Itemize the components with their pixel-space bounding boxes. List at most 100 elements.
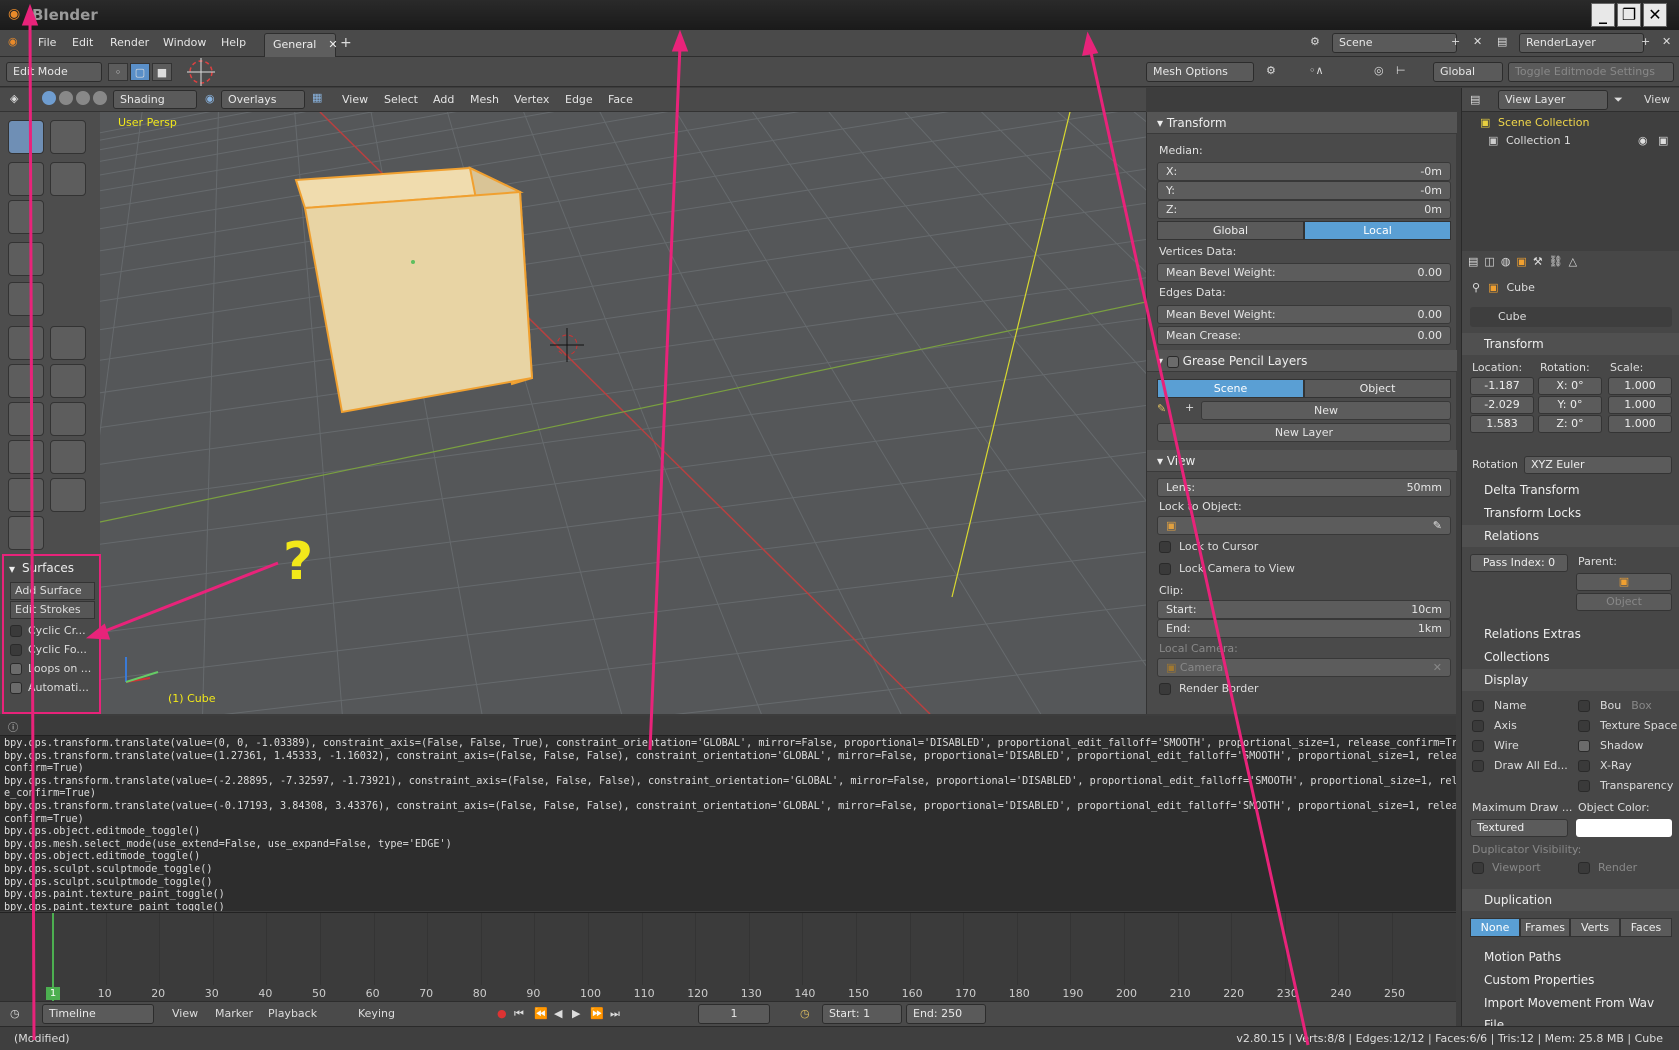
face-select-icon[interactable]: ■ bbox=[152, 63, 172, 81]
tool-rotate[interactable] bbox=[50, 162, 86, 196]
current-frame-field[interactable]: 1 bbox=[698, 1004, 770, 1024]
rendered-shading-icon[interactable] bbox=[76, 91, 90, 105]
transform-panel-header[interactable]: ▾ Transform bbox=[1147, 112, 1457, 134]
grease-pencil-panel-header[interactable]: ▾ Grease Pencil Layers bbox=[1147, 350, 1457, 372]
scale-z-field[interactable]: 1.000 bbox=[1608, 415, 1672, 433]
edge-select-icon[interactable]: ▢ bbox=[130, 63, 150, 81]
display-transparency-checkbox[interactable]: Transparency bbox=[1578, 779, 1673, 792]
snap-icon[interactable]: ◦∧ bbox=[1309, 64, 1324, 77]
motion-paths-section[interactable]: Motion Paths bbox=[1462, 946, 1679, 968]
mean-crease-field[interactable]: Mean Crease: 0.00 bbox=[1157, 326, 1451, 345]
median-z-field[interactable]: Z: 0m bbox=[1157, 200, 1451, 219]
display-bounds-checkbox[interactable]: Bou Box bbox=[1578, 699, 1652, 712]
tool-bevel[interactable] bbox=[8, 364, 44, 398]
visibility-eye-icon[interactable]: ◉ bbox=[1638, 134, 1648, 147]
lock-object-field[interactable]: ▣ ✎ bbox=[1157, 516, 1451, 535]
object-color-swatch[interactable] bbox=[1576, 819, 1672, 837]
clip-start-field[interactable]: Start: 10cm bbox=[1157, 600, 1451, 619]
data-tab-icon[interactable]: △ bbox=[1569, 255, 1577, 268]
scale-y-field[interactable]: 1.000 bbox=[1608, 396, 1672, 414]
transform-locks-section[interactable]: Transform Locks bbox=[1462, 502, 1679, 524]
vertex-select-icon[interactable]: ◦ bbox=[108, 63, 128, 81]
remove-render-layer-icon[interactable]: ✕ bbox=[1662, 35, 1671, 48]
relations-extras-section[interactable]: Relations Extras bbox=[1462, 623, 1679, 645]
jump-end-icon[interactable]: ⏭ bbox=[610, 1007, 620, 1021]
parent-type-dropdown[interactable]: Object bbox=[1576, 593, 1672, 611]
add-surface-button[interactable]: Add Surface bbox=[10, 582, 95, 600]
scene-selector[interactable]: Scene bbox=[1332, 33, 1457, 53]
info-console[interactable]: ⓘ bpy.ops.transform.translate(value=(0, … bbox=[0, 716, 1456, 911]
close-button[interactable]: ✕ bbox=[1643, 3, 1667, 27]
pass-index-field[interactable]: Pass Index: 0 bbox=[1470, 554, 1568, 572]
overlays-icon[interactable]: ◉ bbox=[205, 92, 215, 105]
edge-bevel-weight-field[interactable]: Mean Bevel Weight: 0.00 bbox=[1157, 305, 1451, 324]
tool-loop-cut[interactable] bbox=[50, 364, 86, 398]
start-frame-field[interactable]: Start: 1 bbox=[822, 1004, 902, 1024]
collection-item[interactable]: Collection 1 bbox=[1506, 134, 1571, 147]
vertex-bevel-weight-field[interactable]: Mean Bevel Weight: 0.00 bbox=[1157, 263, 1451, 282]
tool-extrude[interactable] bbox=[8, 326, 44, 360]
modifiers-tab-icon[interactable]: ⚒ bbox=[1533, 255, 1543, 268]
surfaces-collapse-icon[interactable]: ▾ bbox=[9, 562, 15, 576]
add-workspace-icon[interactable]: + bbox=[340, 35, 352, 51]
rotation-x-field[interactable]: X: 0° bbox=[1538, 377, 1602, 395]
3d-viewport[interactable]: User Persp (1) Cube ? bbox=[0, 112, 1146, 714]
display-draw-all-edges-checkbox[interactable]: Draw All Ed... bbox=[1472, 759, 1568, 772]
tool-knife[interactable] bbox=[8, 402, 44, 436]
lock-to-cursor-checkbox[interactable]: Lock to Cursor bbox=[1159, 540, 1258, 553]
record-icon[interactable]: ● bbox=[497, 1007, 507, 1020]
viewport-menu-select[interactable]: Select bbox=[384, 93, 418, 106]
viewport-menu-add[interactable]: Add bbox=[433, 93, 454, 106]
prev-keyframe-icon[interactable]: ⏪ bbox=[534, 1007, 548, 1020]
relations-section[interactable]: Relations bbox=[1462, 525, 1679, 547]
viewport-menu-face[interactable]: Face bbox=[608, 93, 633, 106]
display-texture-space-checkbox[interactable]: Texture Space bbox=[1578, 719, 1677, 732]
jump-start-icon[interactable]: ⏮ bbox=[514, 1007, 524, 1021]
grease-pencil-checkbox[interactable] bbox=[1166, 355, 1179, 368]
location-z-field[interactable]: 1.583 bbox=[1470, 415, 1534, 433]
preview-range-icon[interactable]: ◷ bbox=[800, 1007, 810, 1020]
proportional-icon[interactable]: ◎ bbox=[1374, 64, 1384, 77]
menu-edit[interactable]: Edit bbox=[72, 36, 93, 49]
delta-transform-section[interactable]: Delta Transform bbox=[1462, 479, 1679, 501]
render-camera-icon[interactable]: ▣ bbox=[1658, 134, 1668, 147]
orientation-dropdown[interactable]: Global bbox=[1433, 62, 1503, 82]
timeline-menu-playback[interactable]: Playback bbox=[268, 1007, 317, 1020]
rotation-y-field[interactable]: Y: 0° bbox=[1538, 396, 1602, 414]
editor-type-icon[interactable]: ◈ bbox=[10, 92, 18, 105]
maximize-button[interactable]: ❐ bbox=[1617, 3, 1641, 27]
max-draw-type-dropdown[interactable]: Textured bbox=[1470, 819, 1568, 837]
shading-dropdown[interactable]: Shading bbox=[113, 90, 197, 109]
wireframe-shading-icon[interactable] bbox=[93, 91, 107, 105]
tool-poly-build[interactable] bbox=[50, 402, 86, 436]
location-x-field[interactable]: -1.187 bbox=[1470, 377, 1534, 395]
local-camera-field[interactable]: ▣ Camera ✕ bbox=[1157, 658, 1451, 677]
object-name-field[interactable]: Cube bbox=[1470, 307, 1672, 327]
outliner-editor-icon[interactable]: ▤ bbox=[1470, 93, 1480, 106]
dup-viewport-checkbox[interactable]: Viewport bbox=[1472, 861, 1541, 874]
tool-add-cube[interactable] bbox=[8, 282, 44, 316]
global-toggle[interactable]: Global bbox=[1157, 221, 1304, 240]
timeline-menu-keying[interactable]: Keying bbox=[358, 1007, 395, 1020]
tool-spin[interactable] bbox=[8, 440, 44, 474]
duplication-frames[interactable]: Frames bbox=[1520, 918, 1570, 937]
clear-camera-icon[interactable]: ✕ bbox=[1433, 659, 1442, 676]
scene-tab-icon[interactable]: ◫ bbox=[1484, 255, 1494, 268]
duplication-verts[interactable]: Verts bbox=[1570, 918, 1620, 937]
solid-shading-icon[interactable] bbox=[42, 91, 56, 105]
current-frame-marker[interactable]: 1 bbox=[46, 987, 60, 1000]
menu-window[interactable]: Window bbox=[163, 36, 206, 49]
add-icon[interactable]: + bbox=[1185, 401, 1194, 414]
menu-render[interactable]: Render bbox=[110, 36, 149, 49]
edit-strokes-button[interactable]: Edit Strokes bbox=[10, 601, 95, 619]
toggle-editmode-settings[interactable]: Toggle Editmode Settings bbox=[1508, 62, 1674, 82]
filter-icon[interactable]: ⏷ bbox=[1614, 93, 1623, 107]
tool-smooth[interactable] bbox=[50, 440, 86, 474]
render-tab-icon[interactable]: ▤ bbox=[1468, 255, 1478, 268]
outliner-view-menu[interactable]: View bbox=[1644, 93, 1670, 106]
scene-collection-item[interactable]: Scene Collection bbox=[1498, 116, 1589, 129]
display-name-checkbox[interactable]: Name bbox=[1472, 699, 1526, 712]
cyclic-follow-checkbox[interactable]: Cyclic Fo... bbox=[10, 643, 87, 656]
collections-section[interactable]: Collections bbox=[1462, 646, 1679, 668]
play-reverse-icon[interactable]: ◀ bbox=[554, 1007, 562, 1020]
